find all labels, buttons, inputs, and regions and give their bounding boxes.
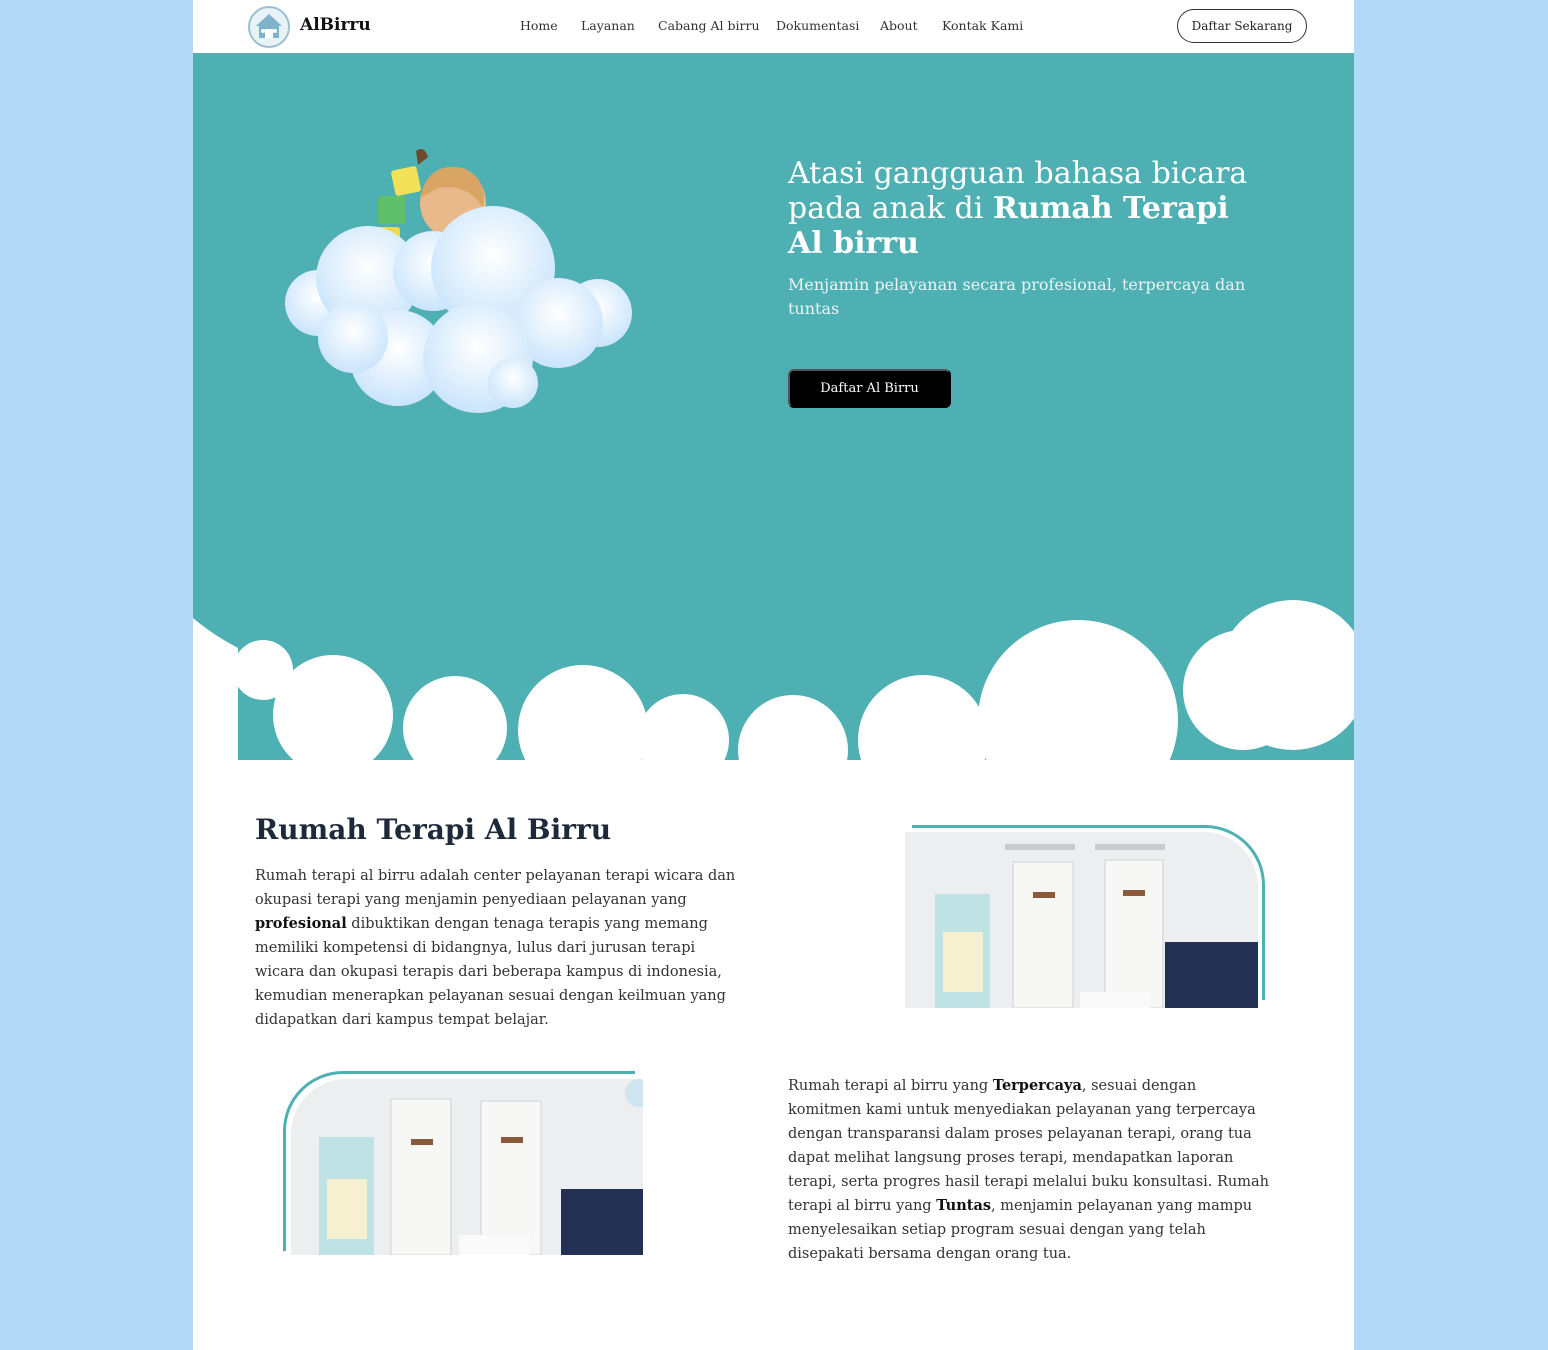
- para1-text-a: Rumah terapi al birru adalah center pela…: [255, 868, 736, 908]
- para2-bold-tuntas: Tuntas: [936, 1197, 992, 1214]
- clinic-room-image: [905, 832, 1258, 1008]
- clinic-photo-1: [905, 825, 1267, 1008]
- nav-item-layanan[interactable]: Layanan: [581, 18, 635, 33]
- brand-name[interactable]: AlBirru: [300, 15, 371, 35]
- child-cloud-blocks-illustration: [278, 143, 648, 423]
- nav-item-cabang[interactable]: Cabang Al birru: [658, 18, 760, 33]
- house-logo-icon[interactable]: [248, 6, 290, 48]
- daftar-sekarang-button[interactable]: Daftar Sekarang: [1177, 9, 1307, 43]
- page: AlBirru Home Layanan Cabang Al birru Dok…: [193, 0, 1354, 1350]
- navbar: AlBirru Home Layanan Cabang Al birru Dok…: [193, 0, 1354, 53]
- hero-title: Atasi gangguan bahasa bicara pada anak d…: [788, 156, 1268, 261]
- nav-item-about[interactable]: About: [880, 18, 918, 33]
- para2-text-a: Rumah terapi al birru yang: [788, 1078, 993, 1094]
- clinic-photo-2: [283, 1071, 643, 1256]
- about-paragraph-2: Rumah terapi al birru yang Terpercaya, s…: [788, 1074, 1273, 1266]
- nav-item-home[interactable]: Home: [520, 18, 558, 33]
- hero-subtitle: Menjamin pelayanan secara profesional, t…: [788, 275, 1246, 318]
- para2-bold-terpercaya: Terpercaya: [992, 1077, 1082, 1094]
- nav-item-dokumentasi[interactable]: Dokumentasi: [776, 18, 859, 33]
- about-heading: Rumah Terapi Al Birru: [255, 813, 612, 846]
- clinic-room-image: [291, 1079, 643, 1255]
- about-paragraph-1: Rumah terapi al birru adalah center pela…: [255, 864, 740, 1032]
- nav-item-kontak[interactable]: Kontak Kami: [942, 18, 1023, 33]
- para2-text-b: , sesuai dengan komitmen kami untuk meny…: [788, 1078, 1269, 1214]
- para1-bold: profesional: [255, 915, 347, 932]
- cloud-divider: [193, 600, 1354, 820]
- para1-text-b: dibuktikan dengan tenaga terapis yang me…: [255, 916, 726, 1028]
- daftar-al-birru-button[interactable]: Daftar Al Birru: [788, 369, 951, 408]
